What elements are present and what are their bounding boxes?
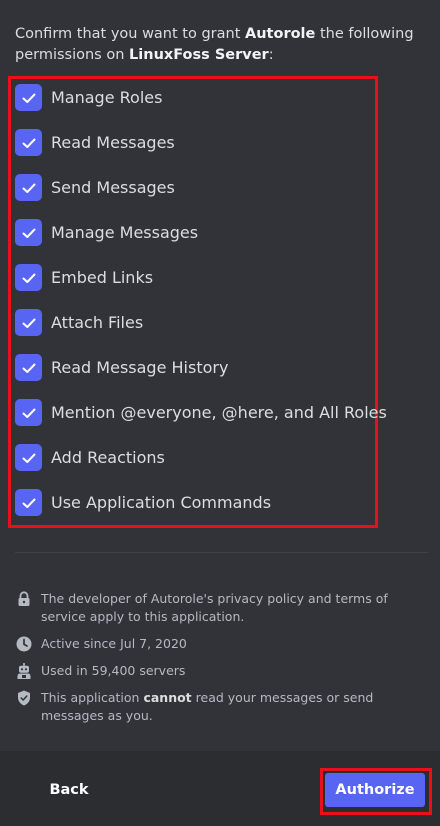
permission-label: Use Application Commands	[51, 493, 272, 512]
section-divider	[15, 552, 428, 553]
robot-icon	[15, 662, 33, 680]
privacy-text: The developer of Autorole's privacy poli…	[41, 591, 388, 624]
cannot-read-before: This application	[41, 690, 144, 705]
permission-label: Send Messages	[51, 178, 175, 197]
clock-icon	[15, 635, 33, 653]
permission-item-read-message-history[interactable]: Read Message History	[15, 354, 387, 399]
server-name: LinuxFoss Server	[129, 47, 269, 63]
checkbox-checked-icon[interactable]	[15, 84, 42, 111]
app-info-section: The developer of Autorole's privacy poli…	[15, 590, 420, 734]
lock-icon	[15, 590, 33, 608]
checkbox-checked-icon[interactable]	[15, 174, 42, 201]
back-button[interactable]: Back	[36, 773, 102, 807]
permission-item-send-messages[interactable]: Send Messages	[15, 174, 387, 219]
permission-label: Embed Links	[51, 268, 154, 287]
permission-prompt: Confirm that you want to grant Autorole …	[15, 24, 425, 66]
cannot-read-bold: cannot	[143, 690, 192, 705]
active-since-text: Active since Jul 7, 2020	[41, 636, 187, 651]
servers-count-text: Used in 59,400 servers	[41, 663, 186, 678]
permission-item-embed-links[interactable]: Embed Links	[15, 264, 387, 309]
checkbox-checked-icon[interactable]	[15, 129, 42, 156]
checkbox-checked-icon[interactable]	[15, 309, 42, 336]
authorize-button[interactable]: Authorize	[325, 773, 425, 807]
checkbox-checked-icon[interactable]	[15, 354, 42, 381]
checkbox-checked-icon[interactable]	[15, 219, 42, 246]
checkbox-checked-icon[interactable]	[15, 489, 42, 516]
info-row-cannot-read: This application cannot read your messag…	[15, 689, 420, 725]
permission-label: Read Message History	[51, 358, 229, 377]
shield-icon	[15, 689, 33, 707]
info-row-servers: Used in 59,400 servers	[15, 662, 420, 680]
permission-label: Add Reactions	[51, 448, 165, 467]
info-row-privacy: The developer of Autorole's privacy poli…	[15, 590, 420, 626]
app-name: Autorole	[245, 26, 316, 42]
info-row-active: Active since Jul 7, 2020	[15, 635, 420, 653]
checkbox-checked-icon[interactable]	[15, 444, 42, 471]
checkbox-checked-icon[interactable]	[15, 264, 42, 291]
permission-label: Attach Files	[51, 313, 144, 332]
permission-item-use-application-commands[interactable]: Use Application Commands	[15, 489, 387, 534]
prompt-text-before: Confirm that you want to grant	[15, 26, 245, 42]
permission-item-manage-messages[interactable]: Manage Messages	[15, 219, 387, 264]
permission-label: Mention @everyone, @here, and All Roles	[51, 403, 387, 422]
permission-label: Manage Roles	[51, 88, 163, 107]
permission-item-add-reactions[interactable]: Add Reactions	[15, 444, 387, 489]
cannot-read-text: This application cannot read your messag…	[41, 689, 420, 725]
permissions-list: Manage Roles Read Messages Send Messages…	[15, 84, 387, 534]
checkbox-checked-icon[interactable]	[15, 399, 42, 426]
permission-item-manage-roles[interactable]: Manage Roles	[15, 84, 387, 129]
permission-item-attach-files[interactable]: Attach Files	[15, 309, 387, 354]
permission-label: Manage Messages	[51, 223, 199, 242]
modal-footer: Back Authorize	[0, 751, 440, 826]
permission-item-mention-everyone[interactable]: Mention @everyone, @here, and All Roles	[15, 399, 387, 444]
prompt-text-after: :	[268, 47, 274, 63]
permission-item-read-messages[interactable]: Read Messages	[15, 129, 387, 174]
permission-label: Read Messages	[51, 133, 175, 152]
